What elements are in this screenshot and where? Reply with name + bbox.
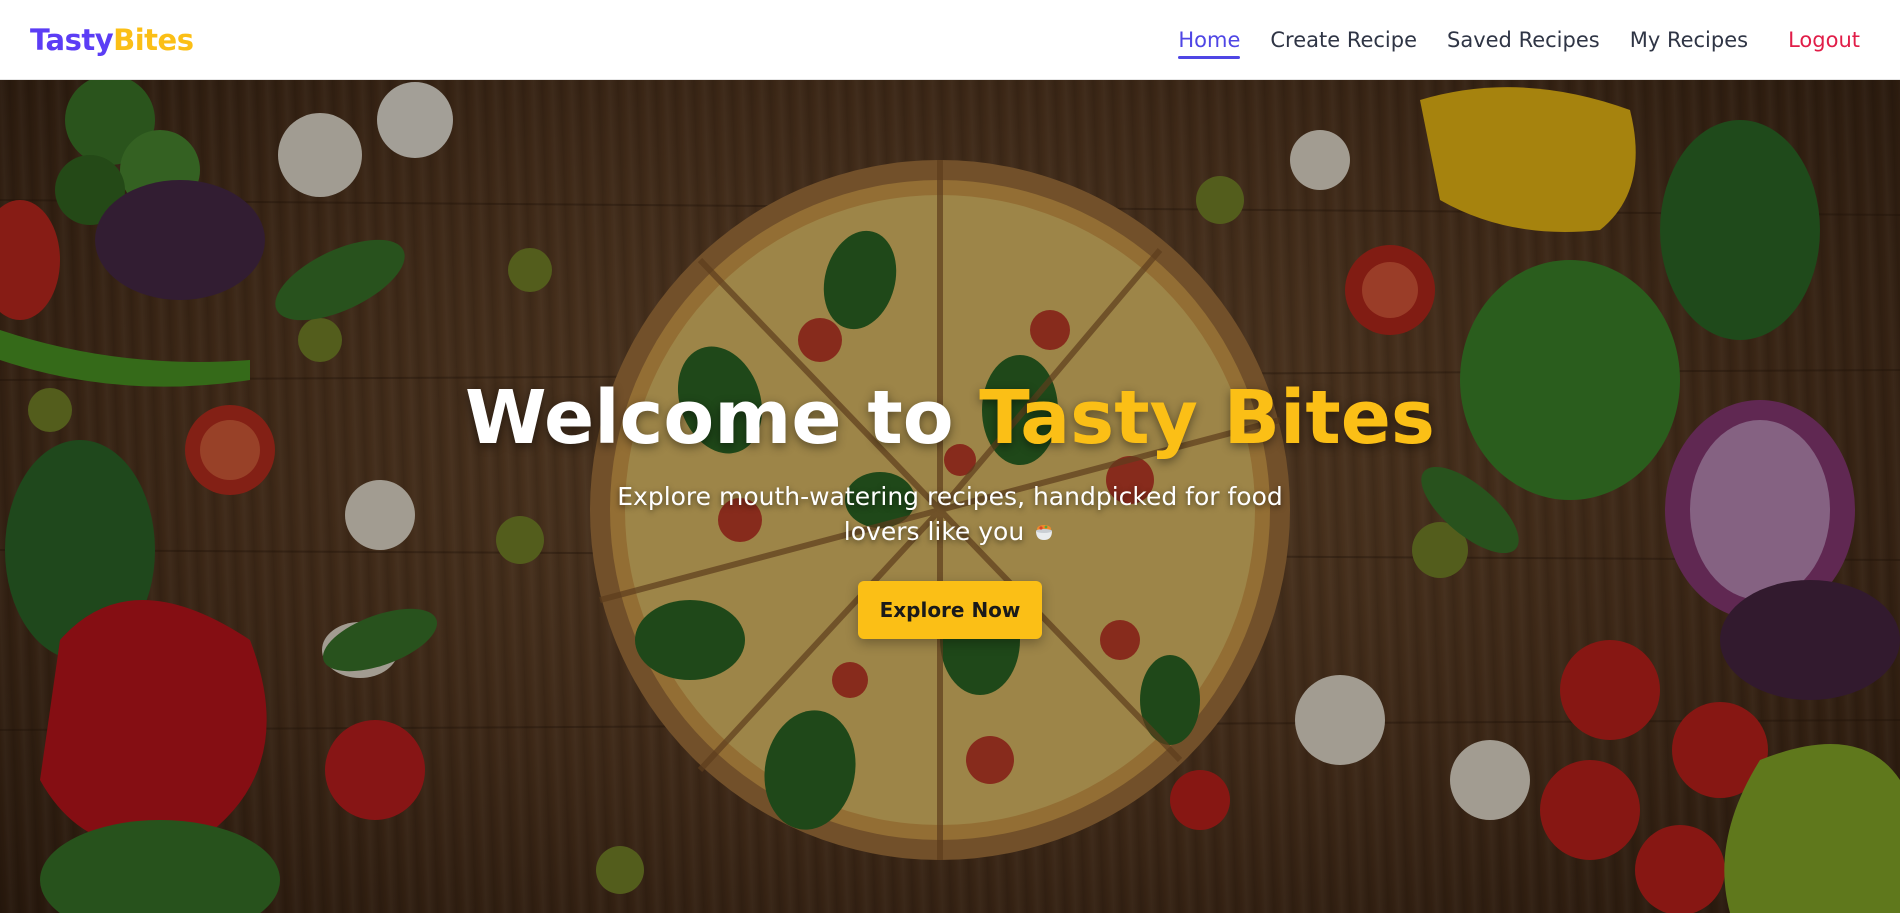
hero-title: Welcome to Tasty Bites [465, 375, 1435, 461]
nav-link-saved-recipes[interactable]: Saved Recipes [1447, 24, 1600, 56]
nav-link-my-recipes[interactable]: My Recipes [1630, 24, 1748, 56]
nav-link-home[interactable]: Home [1178, 24, 1241, 59]
hero-subtitle-text: Explore mouth-watering recipes, handpick… [617, 481, 1283, 546]
navbar: TastyBites Home Create Recipe Saved Reci… [0, 0, 1900, 80]
hero-title-prefix: Welcome to [465, 374, 980, 461]
nav-link-create-recipe[interactable]: Create Recipe [1270, 24, 1417, 56]
cooking-pot-icon [1036, 524, 1053, 540]
brand-logo[interactable]: TastyBites [30, 22, 194, 57]
hero-section: Welcome to Tasty Bites Explore mouth-wat… [0, 80, 1900, 913]
hero-subtitle: Explore mouth-watering recipes, handpick… [600, 479, 1300, 549]
logout-link[interactable]: Logout [1788, 24, 1860, 56]
nav-links: Home Create Recipe Saved Recipes My Reci… [1178, 24, 1860, 59]
hero-content: Welcome to Tasty Bites Explore mouth-wat… [0, 80, 1900, 913]
explore-now-button[interactable]: Explore Now [858, 580, 1042, 639]
brand-logo-part1: Tasty [30, 22, 114, 57]
brand-logo-part2: Bites [113, 22, 194, 57]
hero-title-accent: Tasty Bites [979, 374, 1435, 461]
